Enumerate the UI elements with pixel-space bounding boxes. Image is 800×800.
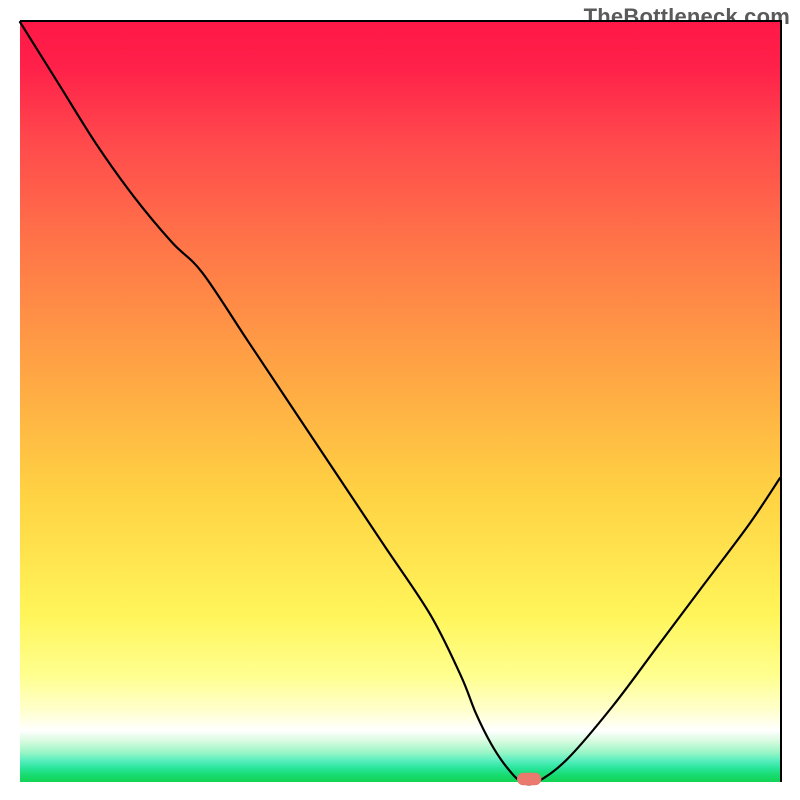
plot-area (20, 20, 782, 782)
bottleneck-curve (20, 22, 780, 784)
chart-container: TheBottleneck.com (0, 0, 800, 800)
curve-svg (20, 22, 780, 782)
minimum-marker (517, 773, 541, 785)
